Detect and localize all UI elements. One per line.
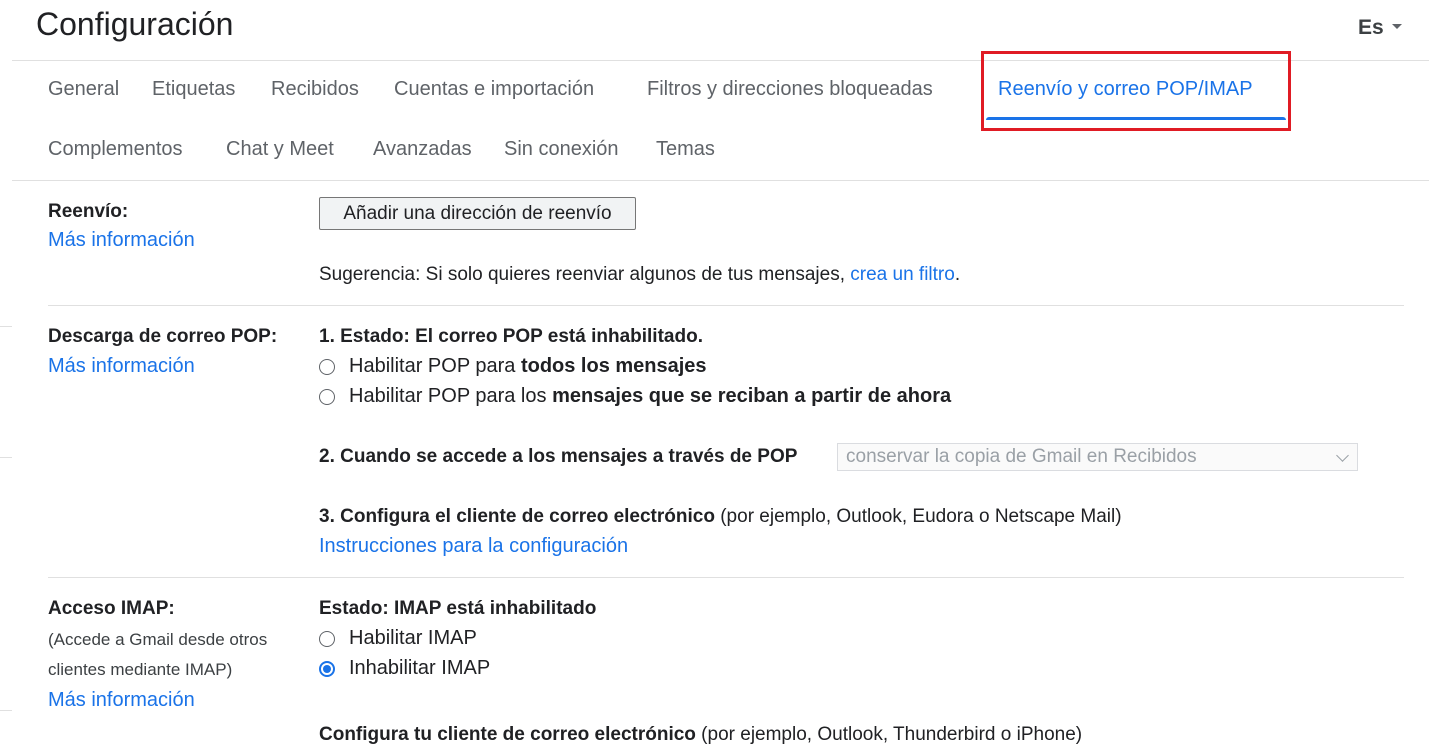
pop-enable-all-bold: todos los mensajes	[520, 355, 707, 377]
pop-when-accessed-label: 2. Cuando se accede a los mensajes a tra…	[319, 446, 798, 467]
pop-enable-all-option[interactable]: Habilitar POP para todos los mensajes	[319, 355, 707, 378]
imap-configure-client: Configura tu cliente de correo electróni…	[319, 724, 1082, 746]
imap-more-info-link[interactable]: Más información	[48, 689, 195, 712]
tab-sin-conexion[interactable]: Sin conexión	[492, 138, 631, 161]
imap-configure-rest: (por ejemplo, Outlook, Thunderbird o iPh…	[695, 724, 1083, 745]
pop-status: 1. Estado: El correo POP está inhabilita…	[319, 326, 703, 347]
pop-enable-all-label: Habilitar POP para todos los mensajes	[349, 355, 707, 378]
imap-disable-label: Inhabilitar IMAP	[349, 657, 491, 679]
pop-setup-instructions-link[interactable]: Instrucciones para la configuración	[319, 535, 628, 558]
tab-filtros[interactable]: Filtros y direcciones bloqueadas	[635, 78, 945, 101]
pop-enable-all-prefix: Habilitar POP para	[349, 355, 521, 377]
imap-note-line1: (Accede a Gmail desde otros	[48, 630, 268, 649]
imap-note-line2: clientes mediante IMAP)	[48, 660, 233, 679]
pop-enable-new-prefix: Habilitar POP para los	[349, 385, 553, 407]
imap-configure-bold: Configura tu cliente de correo electróni…	[319, 724, 696, 745]
imap-enable-radio[interactable]	[319, 630, 335, 647]
pop-enable-new-bold: mensajes que se reciban a partir de ahor…	[552, 385, 952, 407]
tab-recibidos[interactable]: Recibidos	[259, 78, 371, 101]
pop-more-info-link[interactable]: Más información	[48, 355, 195, 378]
forwarding-label: Reenvío:	[48, 201, 129, 222]
forwarding-tip-suffix: .	[954, 264, 961, 285]
add-forwarding-address-button[interactable]: Añadir una dirección de reenvío	[319, 197, 636, 230]
pop-configure-bold: 3. Configura el cliente de correo electr…	[319, 506, 715, 527]
edge-mark	[0, 326, 12, 327]
caret-down-icon	[1391, 23, 1402, 29]
pop-label: Descarga de correo POP:	[48, 326, 278, 347]
pop-enable-new-radio[interactable]	[319, 388, 335, 405]
section-divider	[48, 305, 1404, 306]
pop-action-select[interactable]: conservar la copia de Gmail en Recibidos	[837, 443, 1358, 471]
tab-temas[interactable]: Temas	[644, 138, 727, 161]
language-selector[interactable]: Es	[1358, 16, 1402, 40]
edge-mark	[0, 710, 12, 711]
edge-mark	[0, 457, 12, 458]
chevron-down-icon	[1336, 449, 1349, 462]
page-title: Configuración	[36, 6, 234, 42]
imap-enable-label: Habilitar IMAP	[349, 627, 477, 649]
pop-enable-all-radio[interactable]	[319, 358, 335, 375]
section-divider	[48, 577, 1404, 578]
imap-label: Acceso IMAP:	[48, 598, 175, 619]
tab-general[interactable]: General	[36, 78, 131, 101]
imap-status: Estado: IMAP está inhabilitado	[319, 598, 597, 619]
annotation-highlight-box	[981, 51, 1291, 131]
tab-cuentas[interactable]: Cuentas e importación	[382, 78, 606, 101]
tabs-divider	[12, 180, 1429, 181]
pop-configure-rest: (por ejemplo, Outlook, Eudora o Netscape…	[714, 506, 1122, 527]
create-filter-link[interactable]: crea un filtro	[850, 264, 955, 285]
pop-enable-new-label: Habilitar POP para los mensajes que se r…	[349, 385, 951, 408]
pop-enable-new-option[interactable]: Habilitar POP para los mensajes que se r…	[319, 385, 951, 408]
tab-complementos[interactable]: Complementos	[36, 138, 195, 161]
pop-action-selected-value: conservar la copia de Gmail en Recibidos	[846, 446, 1197, 467]
forwarding-tip: Sugerencia: Si solo quieres reenviar alg…	[319, 264, 960, 286]
tab-etiquetas[interactable]: Etiquetas	[140, 78, 247, 101]
imap-disable-radio[interactable]	[319, 660, 335, 677]
tab-chat-meet[interactable]: Chat y Meet	[214, 138, 346, 161]
imap-enable-option[interactable]: Habilitar IMAP	[319, 627, 477, 650]
pop-configure-client: 3. Configura el cliente de correo electr…	[319, 506, 1122, 528]
forwarding-more-info-link[interactable]: Más información	[48, 229, 195, 252]
tab-avanzadas[interactable]: Avanzadas	[361, 138, 484, 161]
forwarding-tip-text: Sugerencia: Si solo quieres reenviar alg…	[319, 264, 845, 285]
imap-disable-option[interactable]: Inhabilitar IMAP	[319, 657, 490, 680]
language-label: Es	[1358, 16, 1384, 39]
